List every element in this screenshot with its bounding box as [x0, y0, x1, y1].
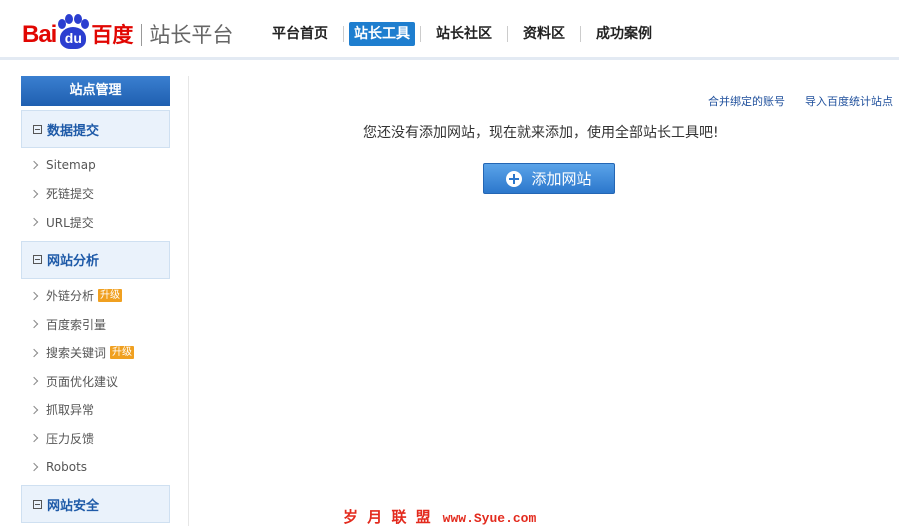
upgrade-badge: 升级	[110, 346, 135, 360]
sidebar-group-site-security: 网站安全	[21, 485, 170, 523]
chevron-right-icon	[29, 161, 39, 170]
group-label: 数据提交	[47, 123, 100, 139]
baidu-logo[interactable]: Bai du 百度 站长平台	[22, 10, 233, 50]
group-title-data-submit[interactable]: 数据提交	[21, 110, 170, 148]
sidebar-item-backlinks[interactable]: 外链分析 升级	[21, 282, 170, 311]
nav-webmaster-tools[interactable]: 站长工具	[349, 22, 415, 46]
logo-divider	[141, 24, 143, 46]
main-nav: 平台首页 站长工具 站长社区 资料区 成功案例	[262, 20, 662, 48]
sidebar-item-sitemap[interactable]: Sitemap	[21, 151, 170, 180]
group-title-site-security[interactable]: 网站安全	[21, 485, 170, 523]
sidebar-item-label: 搜索关键词	[46, 346, 107, 361]
baidu-paw-icon: du	[57, 14, 90, 50]
account-links: 合并绑定的账号 导入百度统计站点	[708, 93, 893, 109]
sidebar-divider	[188, 76, 189, 526]
empty-state-message: 您还没有添加网站，现在就来添加，使用全部站长工具吧!	[363, 125, 719, 141]
platform-title: 站长平台	[149, 23, 234, 47]
sidebar-item-dead-link[interactable]: 死链提交	[21, 180, 170, 209]
sidebar: 站点管理 数据提交 Sitemap 死链提交 URL提交 网站分析 外链分析 升…	[21, 76, 170, 523]
sidebar-item-label: URL提交	[46, 215, 94, 230]
nav-separator	[580, 26, 581, 42]
sidebar-item-label: 死链提交	[46, 187, 95, 202]
chevron-right-icon	[29, 434, 39, 443]
chevron-right-icon	[29, 189, 39, 198]
chevron-right-icon	[29, 348, 39, 357]
sidebar-group-data-submit: 数据提交 Sitemap 死链提交 URL提交	[21, 110, 170, 241]
sidebar-item-page-optimization[interactable]: 页面优化建议	[21, 367, 170, 396]
import-baidu-stats-link[interactable]: 导入百度统计站点	[805, 93, 893, 109]
sidebar-item-index-count[interactable]: 百度索引量	[21, 310, 170, 339]
minus-box-icon	[33, 124, 42, 134]
watermark-url: www.Syue.com	[442, 511, 537, 526]
chevron-right-icon	[29, 462, 39, 471]
merge-accounts-link[interactable]: 合并绑定的账号	[708, 93, 785, 109]
sidebar-item-robots[interactable]: Robots	[21, 453, 170, 482]
chevron-right-icon	[29, 320, 39, 329]
sidebar-item-crawl-errors[interactable]: 抓取异常	[21, 396, 170, 425]
sidebar-item-search-keywords[interactable]: 搜索关键词 升级	[21, 339, 170, 368]
nav-separator	[343, 26, 344, 42]
plus-circle-icon	[506, 170, 523, 187]
sidebar-item-label: 页面优化建议	[46, 374, 119, 389]
minus-box-icon	[33, 255, 42, 264]
sidebar-item-url-submit[interactable]: URL提交	[21, 208, 170, 237]
group-title-site-analysis[interactable]: 网站分析	[21, 240, 170, 279]
group-label: 网站分析	[47, 254, 100, 269]
sidebar-item-label: Robots	[46, 459, 88, 474]
chevron-right-icon	[29, 291, 39, 300]
nav-separator	[507, 26, 508, 42]
logo-bai-text: Bai	[22, 21, 57, 48]
logo-cn-text: 百度	[91, 23, 134, 47]
sidebar-item-label: 抓取异常	[46, 403, 95, 418]
sidebar-item-label: 压力反馈	[46, 431, 95, 446]
header: Bai du 百度 站长平台 平台首页 站长工具 站长社区 资料区 成功案例	[0, 0, 899, 64]
sidebar-item-pressure-feedback[interactable]: 压力反馈	[21, 424, 170, 453]
logo-du-text: du	[64, 30, 82, 46]
group-label: 网站安全	[47, 498, 100, 514]
chevron-right-icon	[29, 405, 39, 414]
header-divider	[0, 57, 899, 60]
sidebar-header[interactable]: 站点管理	[21, 76, 170, 106]
chevron-right-icon	[29, 377, 39, 386]
nav-home[interactable]: 平台首页	[262, 22, 338, 46]
watermark: 岁 月 联 盟 www.Syue.com	[343, 506, 536, 526]
sidebar-item-label: 百度索引量	[46, 317, 107, 332]
nav-community[interactable]: 站长社区	[426, 22, 502, 46]
chevron-right-icon	[29, 218, 39, 227]
nav-cases[interactable]: 成功案例	[586, 22, 662, 46]
upgrade-badge: 升级	[98, 289, 123, 303]
add-site-label: 添加网站	[531, 170, 592, 188]
add-site-button[interactable]: 添加网站	[483, 163, 615, 194]
sidebar-item-label: 外链分析	[46, 289, 95, 304]
sidebar-group-site-analysis: 网站分析 外链分析 升级 百度索引量 搜索关键词 升级 页面优化建议 抓取异常 …	[21, 240, 170, 486]
nav-resources[interactable]: 资料区	[513, 22, 575, 46]
minus-box-icon	[33, 499, 42, 509]
watermark-text: 岁 月 联 盟	[343, 508, 433, 526]
nav-separator	[420, 26, 421, 42]
sidebar-item-label: Sitemap	[46, 158, 96, 173]
